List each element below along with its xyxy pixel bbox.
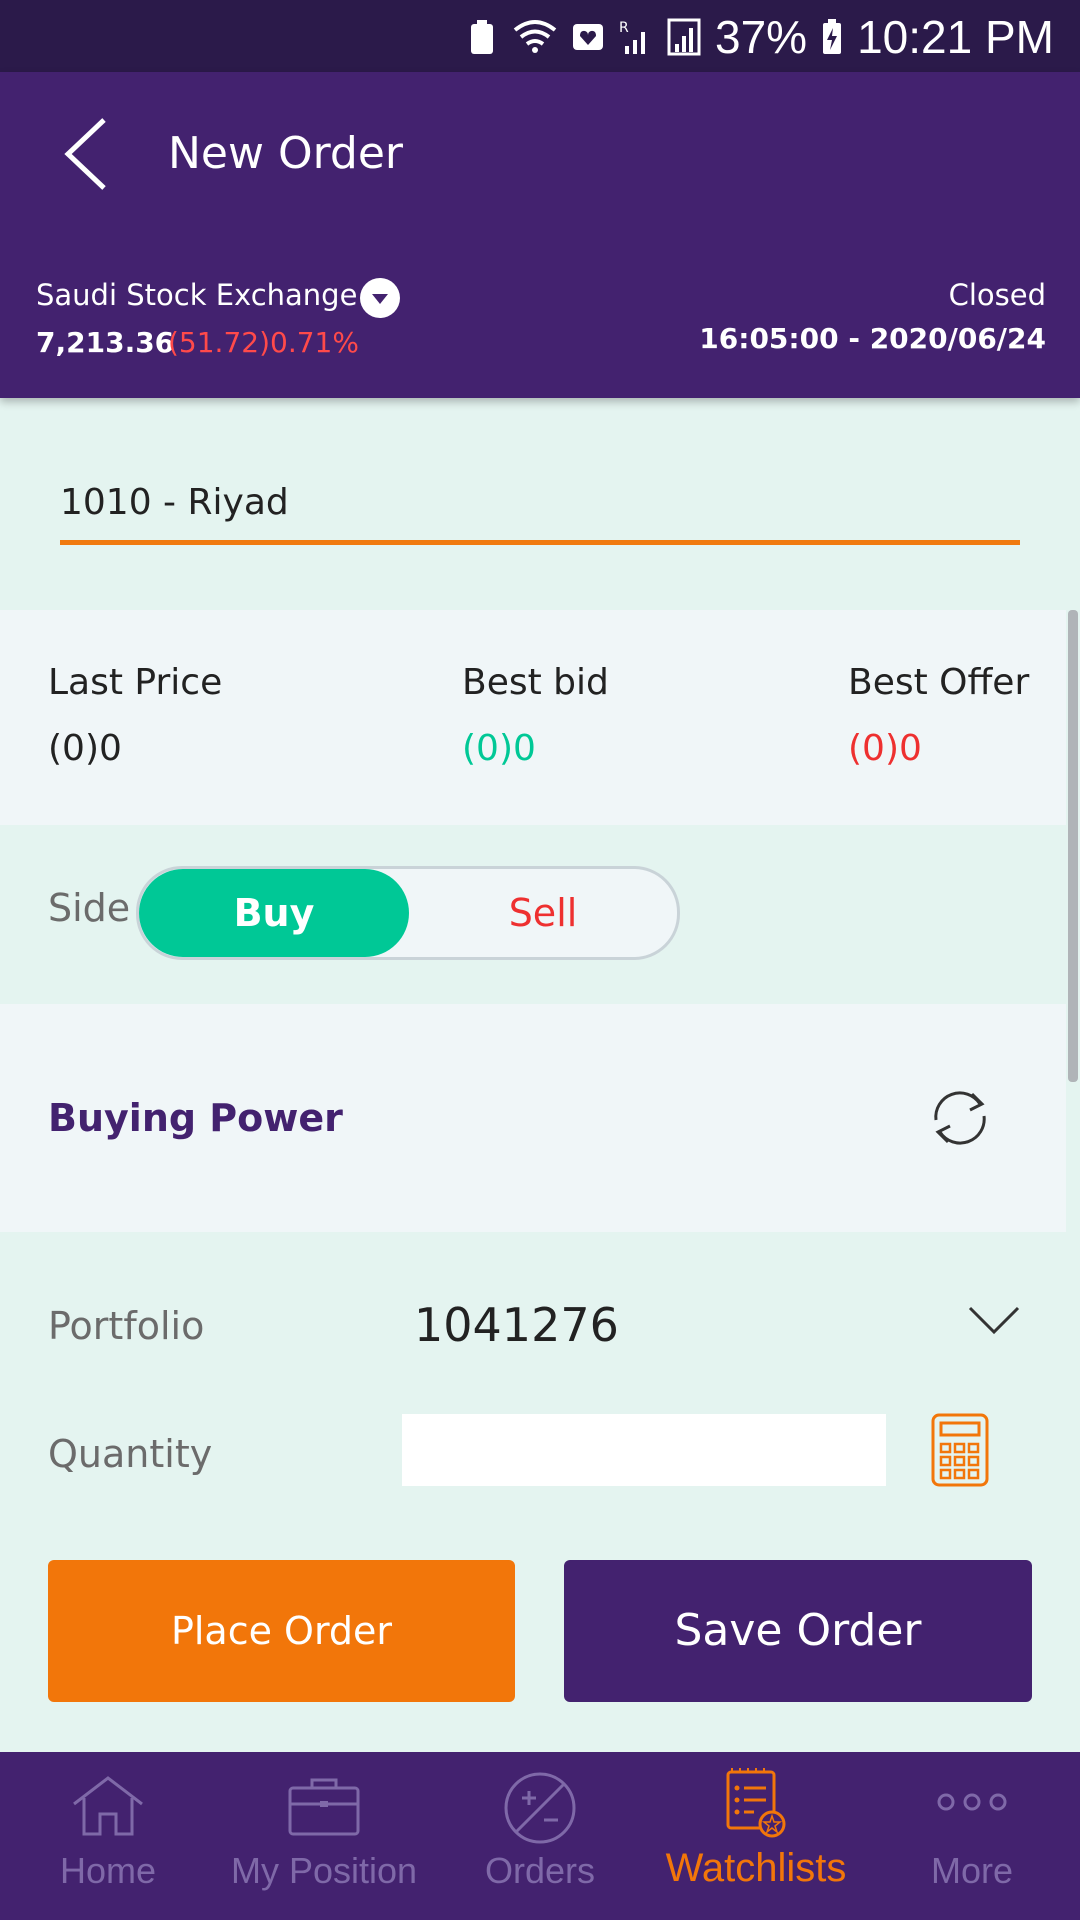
more-icon xyxy=(937,1793,1007,1811)
orders-icon xyxy=(504,1772,576,1844)
exchange-name[interactable]: Saudi Stock Exchange xyxy=(36,278,357,312)
buying-power-label: Buying Power xyxy=(48,1096,343,1140)
battery-percent: 37% xyxy=(715,11,808,63)
nav-label-orders: Orders xyxy=(484,1850,596,1891)
index-change: (51.72)0.71% xyxy=(168,326,359,359)
nav-item-orders[interactable]: Orders xyxy=(432,1752,648,1920)
symbol-input[interactable] xyxy=(60,470,1020,534)
quantity-input[interactable] xyxy=(402,1414,886,1486)
bottom-nav: Home My Position Orders Watchlists More xyxy=(0,1752,1080,1920)
calculator-icon[interactable] xyxy=(930,1412,990,1488)
side-label: Side xyxy=(48,886,131,930)
status-bar: R 37% 10:21 PM xyxy=(0,0,1080,72)
heart-app-icon xyxy=(573,24,604,50)
chevron-down-icon[interactable] xyxy=(966,1300,1022,1340)
portfolio-label: Portfolio xyxy=(48,1304,205,1348)
best-offer-label: Best Offer xyxy=(848,662,1030,703)
page-title: New Order xyxy=(168,128,403,179)
sell-toggle-button[interactable]: Sell xyxy=(409,869,677,957)
nav-item-my-position[interactable]: My Position xyxy=(216,1752,432,1920)
price-panel: Last Price (0)0 Best bid (0)0 Best Offer… xyxy=(0,610,1066,825)
app-header: New Order Saudi Stock Exchange 7,213.36 … xyxy=(0,72,1080,398)
battery-charging-icon xyxy=(823,19,842,54)
nav-label-more: More xyxy=(930,1850,1014,1891)
svg-text:R: R xyxy=(619,20,629,36)
quantity-label: Quantity xyxy=(48,1432,213,1476)
exchange-dropdown-icon[interactable] xyxy=(360,278,400,318)
best-offer-value: (0)0 xyxy=(848,728,922,769)
save-order-button[interactable]: Save Order xyxy=(564,1560,1032,1702)
status-icons: R 37% 10:21 PM xyxy=(465,10,1054,64)
symbol-field xyxy=(60,470,1020,545)
nav-label-watchlists: Watchlists xyxy=(665,1846,847,1890)
nav-label-my-position: My Position xyxy=(230,1850,418,1891)
nav-item-home[interactable]: Home xyxy=(0,1752,216,1920)
index-value: 7,213.36 xyxy=(36,326,175,359)
last-price-label: Last Price xyxy=(48,662,223,703)
battery-saver-icon xyxy=(471,20,494,54)
signal-icon xyxy=(667,18,701,56)
buy-toggle-button[interactable]: Buy xyxy=(139,869,409,957)
portfolio-value[interactable]: 1041276 xyxy=(414,1298,619,1352)
nav-item-more[interactable]: More xyxy=(864,1752,1080,1920)
best-bid-label: Best bid xyxy=(462,662,609,703)
scrollbar[interactable] xyxy=(1068,610,1078,1082)
watchlist-icon xyxy=(726,1768,786,1838)
home-icon xyxy=(73,1776,143,1836)
last-price-value: (0)0 xyxy=(48,728,122,769)
market-status: Closed xyxy=(948,278,1046,312)
place-order-button[interactable]: Place Order xyxy=(48,1560,515,1702)
wifi-icon xyxy=(513,20,557,53)
best-bid-value: (0)0 xyxy=(462,728,536,769)
nav-item-watchlists[interactable]: Watchlists xyxy=(648,1752,864,1920)
back-arrow-icon[interactable] xyxy=(56,116,116,192)
market-time: 16:05:00 - 2020/06/24 xyxy=(699,322,1046,355)
buying-power-panel: Buying Power xyxy=(0,1004,1066,1232)
status-time: 10:21 PM xyxy=(857,11,1054,63)
refresh-icon[interactable] xyxy=(922,1080,998,1156)
nav-label-home: Home xyxy=(59,1850,157,1891)
briefcase-icon xyxy=(288,1778,360,1836)
signal-r-icon: R xyxy=(619,20,646,54)
side-toggle: Buy Sell xyxy=(136,866,680,960)
